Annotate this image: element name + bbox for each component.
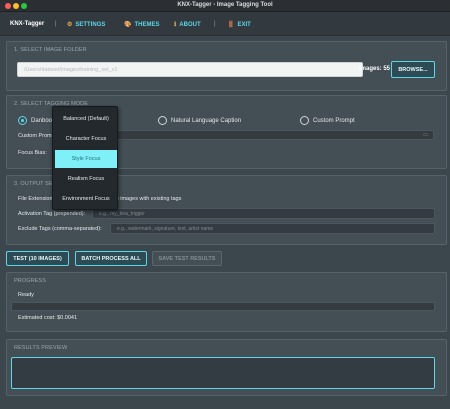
results-title: RESULTS PREVIEW [14,345,68,351]
gear-icon: ⚙ [67,22,73,28]
results-preview-area[interactable] [11,357,435,389]
menu-exit-label: EXIT [237,21,251,28]
activation-tag-input[interactable]: e.g., my_lora_trigger [92,208,435,219]
exclude-tags-label: Exclude Tags (comma-separated): [18,226,102,232]
window-title: KNX-Tagger - Image Tagging Tool [177,2,273,8]
menu-settings-label: SETTINGS [75,21,106,28]
estimated-cost: Estimated cost: $0.0041 [18,315,78,321]
progress-title: PROGRESS [14,278,46,284]
batch-process-button[interactable]: BATCH PROCESS ALL [75,251,147,266]
mode-custom-prompt-label: Custom Prompt [313,117,355,124]
file-extension-label: File Extension: [18,196,55,202]
menu-themes[interactable]: 🎨 THEMES [124,21,160,29]
folder-path-input[interactable]: /Users/dataset/images/training_set_v1 [17,62,363,77]
focus-option-realism[interactable]: Realism Focus [53,170,119,188]
app-name: KNX-Tagger [10,21,45,27]
mode-natural-language-label: Natural Language Caption [171,117,242,124]
custom-prompt-input[interactable]: ▭ [116,130,434,140]
menu-themes-label: THEMES [134,21,160,28]
info-icon: ℹ [174,22,177,28]
activation-tag-label: Activation Tag (prepended): [18,211,86,217]
radio-icon[interactable] [300,116,309,125]
focus-option-character[interactable]: Character Focus [53,130,119,148]
focus-option-environment[interactable]: Environment Focus [53,190,119,208]
images-count: Images: 55 [359,66,391,72]
exclude-tags-input[interactable]: e.g., watermark, signature, text, artist… [110,223,435,234]
menu-separator: | [55,21,57,27]
focus-option-style[interactable]: Style Focus [55,150,117,168]
menu-bar: KNX-Tagger | ⚙ SETTINGS 🎨 THEMES ℹ ABOUT… [0,12,450,36]
save-test-results-button[interactable]: SAVE TEST RESULTS [152,251,222,266]
focus-bias-label: Focus Bias: [18,150,47,156]
window-titlebar: KNX-Tagger - Image Tagging Tool [0,0,450,12]
folder-panel-title: 1. SELECT IMAGE FOLDER [14,47,87,53]
mode-custom-prompt-option[interactable]: Custom Prompt [300,116,355,125]
test-button[interactable]: TEST (10 IMAGES) [6,251,69,266]
resize-handle-icon: ▭ [423,132,428,138]
menu-settings[interactable]: ⚙ SETTINGS [67,21,106,29]
door-icon: 🚪 [227,22,235,28]
progress-bar [11,302,435,311]
mode-natural-language-option[interactable]: Natural Language Caption [158,116,241,125]
skip-existing-checkbox[interactable]: Skip images with existing tags [108,196,181,202]
browse-button[interactable]: BROWSE... [391,61,435,78]
menu-about-label: ABOUT [179,21,201,28]
menu-exit[interactable]: 🚪 EXIT [227,21,251,29]
focus-option-balanced[interactable]: Balanced (Default) [53,110,119,128]
radio-selected-icon[interactable] [18,116,27,125]
progress-status: Ready [18,292,34,298]
menu-separator: | [214,21,216,27]
palette-icon: 🎨 [124,22,132,28]
focus-bias-dropdown[interactable]: Balanced (Default) Character Focus Style… [52,106,118,210]
radio-icon[interactable] [158,116,167,125]
menu-about[interactable]: ℹ ABOUT [174,21,201,29]
